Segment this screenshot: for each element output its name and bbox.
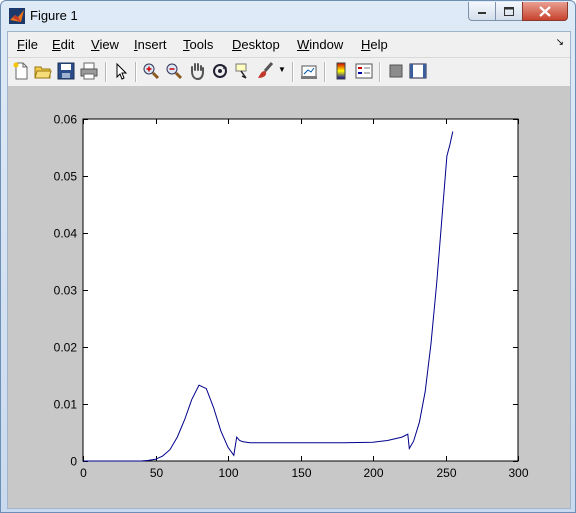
hide-plot-tools-icon[interactable] <box>387 62 405 80</box>
menu-tools[interactable]: Tools <box>183 37 213 52</box>
figure-window: Figure 1 File Edit View Insert Tools Des… <box>0 0 576 513</box>
toolbar-separator <box>105 62 107 82</box>
maximize-icon <box>504 6 514 16</box>
pan-hand-icon[interactable] <box>188 62 206 80</box>
minimize-icon <box>478 12 486 14</box>
x-tick-label: 150 <box>291 466 311 480</box>
legend-icon[interactable] <box>355 62 373 80</box>
x-tick-label: 100 <box>218 466 238 480</box>
rotate-3d-icon[interactable] <box>211 62 229 80</box>
zoom-out-icon[interactable] <box>165 62 183 80</box>
menu-desktop[interactable]: Desktop <box>232 37 280 52</box>
maximize-button[interactable] <box>495 2 523 21</box>
open-file-icon[interactable] <box>34 62 52 80</box>
minimize-button[interactable] <box>468 2 496 21</box>
y-tick-label: 0 <box>70 455 77 469</box>
menu-insert[interactable]: Insert <box>134 37 167 52</box>
x-tick-label: 0 <box>80 466 87 480</box>
toolbar-separator <box>379 62 381 82</box>
close-icon <box>539 5 551 17</box>
title-bar[interactable]: Figure 1 <box>1 1 575 31</box>
figure-toolbar: ▼ <box>8 57 570 87</box>
y-tick-label: 0.01 <box>54 398 78 412</box>
dock-arrow-icon[interactable]: ↘ <box>556 37 564 48</box>
link-plot-icon[interactable] <box>300 62 318 80</box>
brush-dropdown-icon[interactable]: ▼ <box>278 65 286 83</box>
show-plot-tools-icon[interactable] <box>409 62 427 80</box>
toolbar-separator <box>135 62 137 82</box>
brush-icon[interactable] <box>257 62 275 80</box>
window-title: Figure 1 <box>30 8 78 23</box>
x-tick-label: 50 <box>150 466 164 480</box>
toolbar-separator <box>292 62 294 82</box>
y-tick-label: 0.02 <box>54 341 78 355</box>
zoom-in-icon[interactable] <box>142 62 160 80</box>
x-tick-label: 200 <box>363 466 383 480</box>
menu-file[interactable]: File <box>17 37 38 52</box>
matlab-logo-icon <box>9 8 25 24</box>
menu-window[interactable]: Window <box>297 37 343 52</box>
save-icon[interactable] <box>57 62 75 80</box>
figure-canvas: 0 50 100 150 200 250 300 0 0.01 0.02 0.03 0.04 0.05 0… <box>8 87 570 508</box>
print-icon[interactable] <box>80 62 98 80</box>
axes-box <box>82 118 519 462</box>
menu-bar: File Edit View Insert Tools Desktop Wind… <box>8 32 570 56</box>
close-button[interactable] <box>522 2 568 21</box>
figure-client-area: File Edit View Insert Tools Desktop Wind… <box>7 31 571 509</box>
menu-help[interactable]: Help <box>361 37 388 52</box>
x-tick-label: 250 <box>436 466 456 480</box>
edit-plot-arrow-icon[interactable] <box>112 62 130 80</box>
line-plot[interactable]: 0 50 100 150 200 250 300 0 0.01 0.02 0.03 0.04 0.05 0… <box>8 87 570 508</box>
menu-edit[interactable]: Edit <box>52 37 74 52</box>
data-cursor-icon[interactable] <box>234 62 252 80</box>
menu-view[interactable]: View <box>91 37 119 52</box>
x-tick-label: 300 <box>508 466 528 480</box>
y-tick-label: 0.05 <box>54 170 78 184</box>
y-tick-label: 0.06 <box>54 113 78 127</box>
toolbar-separator <box>324 62 326 82</box>
new-figure-icon[interactable] <box>12 62 30 80</box>
y-tick-label: 0.03 <box>54 284 78 298</box>
colorbar-icon[interactable] <box>332 62 350 80</box>
y-tick-label: 0.04 <box>54 227 78 241</box>
